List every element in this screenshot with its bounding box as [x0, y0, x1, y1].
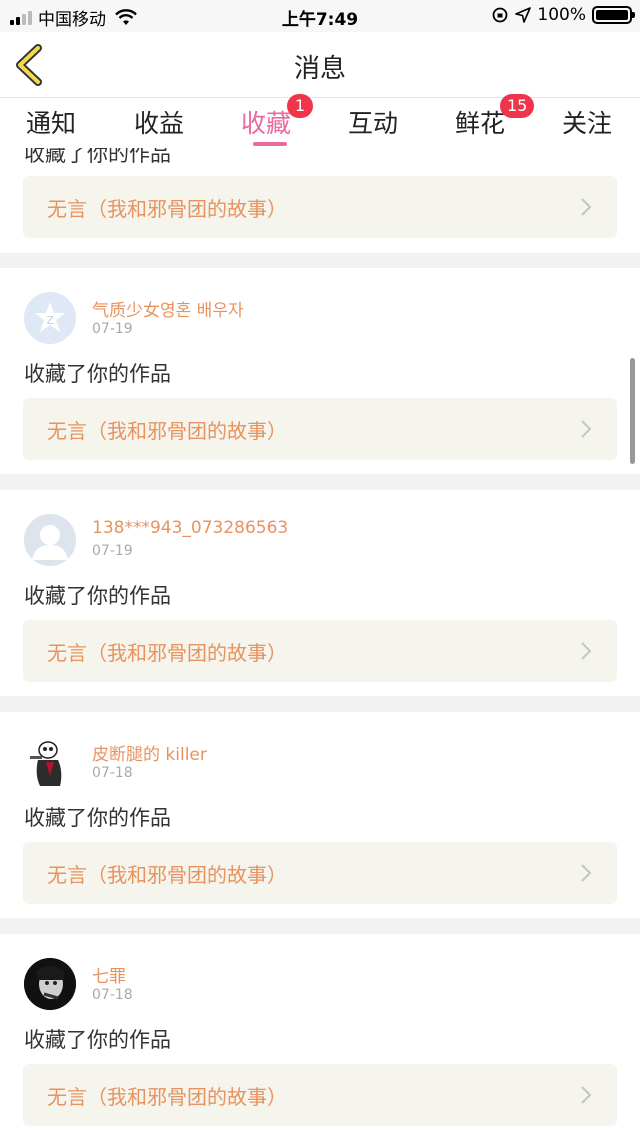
- work-link[interactable]: 无言（我和邪骨团的故事）: [23, 176, 617, 238]
- chevron-right-icon: [581, 1086, 592, 1104]
- scrollbar[interactable]: [630, 358, 635, 464]
- list-item: 收藏了你的作品 无言（我和邪骨团的故事）: [0, 148, 640, 253]
- action-text: 收藏了你的作品: [24, 148, 171, 166]
- tab-badge: 15: [500, 94, 535, 118]
- username[interactable]: 七罪: [92, 962, 126, 987]
- work-title: 无言（我和邪骨团的故事）: [47, 863, 287, 887]
- tab-flowers[interactable]: 鲜花 15: [455, 94, 535, 140]
- list-item: 皮断腿的 killer 07-18 收藏了你的作品 无言（我和邪骨团的故事）: [0, 712, 640, 918]
- work-title: 无言（我和邪骨团的故事）: [47, 197, 287, 221]
- work-link[interactable]: 无言（我和邪骨团的故事）: [23, 842, 617, 904]
- tab-earnings[interactable]: 收益: [134, 104, 184, 140]
- work-link[interactable]: 无言（我和邪骨团的故事）: [23, 620, 617, 682]
- tab-label: 互动: [348, 109, 399, 138]
- date: 07-18: [92, 765, 133, 781]
- chevron-right-icon: [581, 864, 592, 882]
- tab-label: 通知: [26, 109, 77, 138]
- action-text: 收藏了你的作品: [24, 362, 171, 386]
- action-text: 收藏了你的作品: [24, 1028, 171, 1052]
- svg-text:z: z: [46, 312, 53, 328]
- tab-label: 关注: [562, 109, 613, 138]
- date: 07-19: [92, 321, 133, 337]
- work-link[interactable]: 无言（我和邪骨团的故事）: [23, 1064, 617, 1126]
- tab-following[interactable]: 关注: [562, 104, 612, 140]
- tab-label: 收藏: [241, 109, 292, 138]
- battery-icon: [592, 6, 635, 24]
- tab-interactions[interactable]: 互动: [348, 104, 398, 140]
- default-user-icon: [24, 514, 76, 566]
- work-link[interactable]: 无言（我和邪骨团的故事）: [23, 398, 617, 460]
- nav-header: 消息: [0, 32, 640, 98]
- favorites-list[interactable]: 收藏了你的作品 无言（我和邪骨团的故事） z 气质少女영혼 배우자 07-19 …: [0, 148, 640, 1138]
- tab-badge: 1: [287, 94, 313, 118]
- avatar[interactable]: [24, 958, 76, 1010]
- dark-photo-icon: [24, 958, 76, 1010]
- battery-percent: 100%: [537, 5, 586, 25]
- status-right: 100%: [491, 5, 635, 25]
- list-item: z 气质少女영혼 배우자 07-19 收藏了你的作品 无言（我和邪骨团的故事）: [0, 268, 640, 474]
- date: 07-18: [92, 987, 133, 1003]
- avatar[interactable]: [24, 514, 76, 566]
- date: 07-19: [92, 543, 133, 559]
- chevron-right-icon: [581, 420, 592, 438]
- page-title: 消息: [293, 54, 346, 84]
- location-arrow-icon: [515, 7, 532, 23]
- active-tab-indicator: [253, 142, 287, 146]
- tab-notifications[interactable]: 通知: [26, 104, 76, 140]
- action-text: 收藏了你的作品: [24, 584, 171, 608]
- work-title: 无言（我和邪骨团的故事）: [47, 1085, 287, 1109]
- list-item: 七罪 07-18 收藏了你的作品 无言（我和邪骨团的故事）: [0, 934, 640, 1138]
- action-text: 收藏了你的作品: [24, 806, 171, 830]
- username[interactable]: 皮断腿的 killer: [92, 740, 207, 765]
- tab-bar: 通知 收益 收藏 1 互动 鲜花 15 关注: [0, 94, 640, 148]
- work-title: 无言（我和邪骨团的故事）: [47, 641, 287, 665]
- cartoon-character-icon: [24, 736, 76, 788]
- tab-label: 鲜花: [455, 109, 506, 138]
- username[interactable]: 气质少女영혼 배우자: [92, 296, 244, 321]
- orientation-lock-icon: [492, 7, 508, 23]
- list-item: 138***943_073286563 07-19 收藏了你的作品 无言（我和邪…: [0, 490, 640, 696]
- work-title: 无言（我和邪骨团的故事）: [47, 419, 287, 443]
- status-bar: 中国移动 上午7:49 100%: [0, 0, 640, 32]
- qq-logo-icon: z: [24, 292, 76, 344]
- avatar[interactable]: z: [24, 292, 76, 344]
- username[interactable]: 138***943_073286563: [92, 518, 288, 538]
- chevron-right-icon: [581, 642, 592, 660]
- avatar[interactable]: [24, 736, 76, 788]
- tab-label: 收益: [134, 109, 185, 138]
- chevron-right-icon: [581, 198, 592, 216]
- tab-favorites[interactable]: 收藏 1: [241, 94, 313, 146]
